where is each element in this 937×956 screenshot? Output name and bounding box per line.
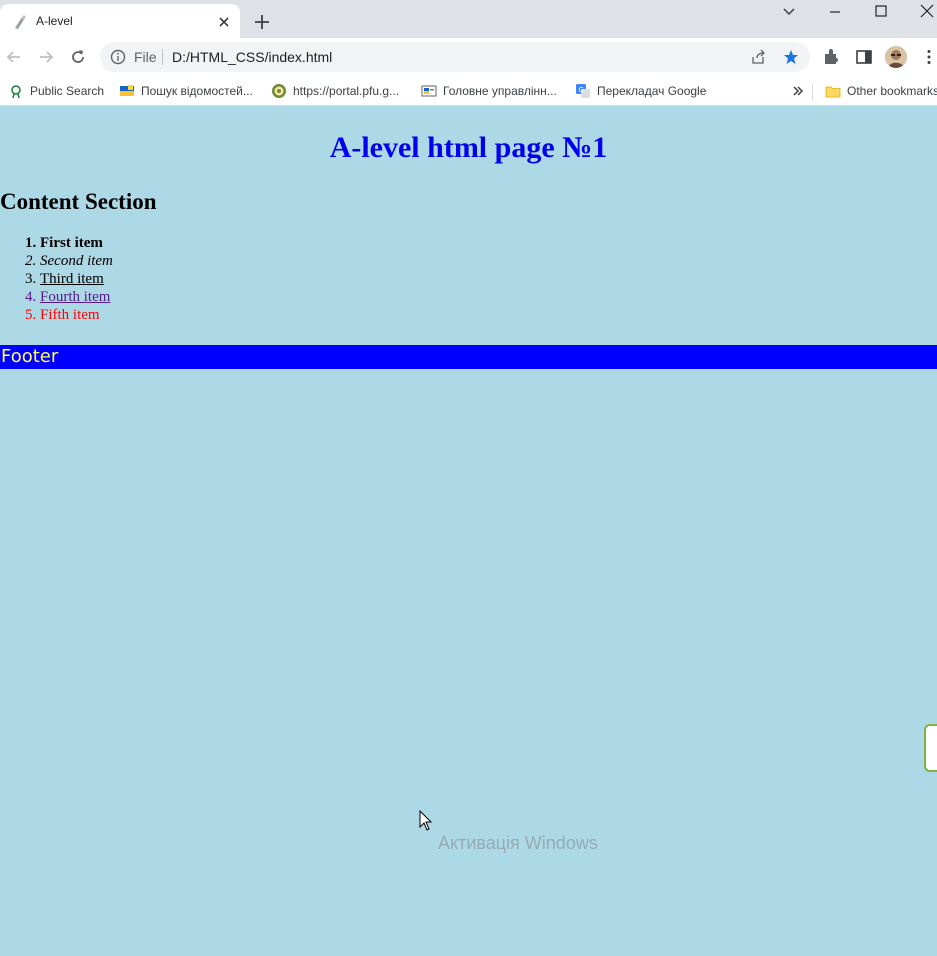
search-fox-icon — [11, 85, 21, 99]
list-item-third: Third item — [40, 270, 113, 288]
site-info-icon[interactable] — [110, 49, 126, 65]
bookmarks-divider — [812, 84, 813, 100]
page-title: A-level html page №1 — [329, 131, 608, 164]
url-separator — [162, 49, 163, 65]
profile-avatar[interactable] — [885, 46, 907, 68]
side-panel-icon[interactable] — [855, 48, 873, 66]
menu-kebab-icon[interactable] — [920, 48, 937, 66]
url-text[interactable]: D:/HTML_CSS/index.html — [172, 49, 332, 65]
url-scheme-label: File — [134, 49, 157, 65]
profile-photo-icon — [885, 46, 907, 68]
maximize-icon[interactable] — [871, 2, 891, 22]
reload-icon[interactable] — [69, 48, 87, 66]
bookmark-label: https://portal.pfu.g... — [293, 84, 400, 98]
emblem-icon — [272, 84, 286, 98]
tab-strip: A-level — [0, 0, 937, 38]
bookmark-label: Пошук відомостей... — [141, 84, 253, 98]
flag-icon — [421, 85, 437, 97]
new-tab-icon[interactable] — [252, 12, 272, 32]
more-bookmarks-chevron-icon[interactable] — [791, 84, 805, 98]
windows-activation-watermark: Активація Windows — [438, 833, 598, 853]
tab-title: A-level — [36, 14, 73, 28]
list-item-fifth: Fifth item — [40, 306, 113, 324]
content-list: First item Second item Third item Fourth… — [40, 234, 113, 324]
close-window-icon[interactable] — [917, 2, 937, 22]
list-item-second: Second item — [40, 252, 113, 270]
footer-text: Footer — [1, 346, 59, 367]
footer: Footer — [0, 345, 937, 369]
folder-icon — [825, 86, 841, 98]
bookmarks-bar: Public Search Пошук відомостей... https:… — [0, 76, 937, 106]
bookmark-label: Other bookmarks — [847, 84, 937, 98]
bookmark-label: Головне управлінн... — [443, 84, 557, 98]
forward-icon[interactable] — [37, 48, 55, 66]
browser-toolbar: File D:/HTML_CSS/index.html — [0, 38, 937, 76]
bookmark-star-icon[interactable] — [783, 49, 799, 65]
share-icon[interactable] — [751, 49, 767, 65]
extensions-icon[interactable] — [822, 48, 840, 66]
list-item-fourth-link[interactable]: Fourth item — [40, 288, 113, 306]
tab-search-chevron-icon[interactable] — [779, 2, 799, 22]
side-floating-widget[interactable] — [924, 724, 937, 772]
close-tab-icon[interactable] — [216, 14, 232, 30]
svg-text:G: G — [579, 86, 584, 94]
page-content: A-level html page №1 Content Section Fir… — [0, 107, 937, 956]
list-item-first: First item — [40, 234, 113, 252]
bookmark-label: Перекладач Google — [597, 84, 707, 98]
tab-a-level[interactable]: A-level — [0, 4, 240, 38]
minimize-icon[interactable] — [825, 2, 845, 22]
ukraine-flag-icon — [120, 85, 134, 96]
back-icon[interactable] — [5, 48, 23, 66]
mouse-cursor-icon — [419, 810, 433, 831]
google-translate-icon: G — [576, 84, 590, 98]
bookmark-label: Public Search — [30, 84, 105, 98]
address-bar[interactable]: File D:/HTML_CSS/index.html — [100, 42, 810, 72]
section-title: Content Section — [0, 189, 157, 214]
page-favicon-icon — [15, 15, 26, 29]
